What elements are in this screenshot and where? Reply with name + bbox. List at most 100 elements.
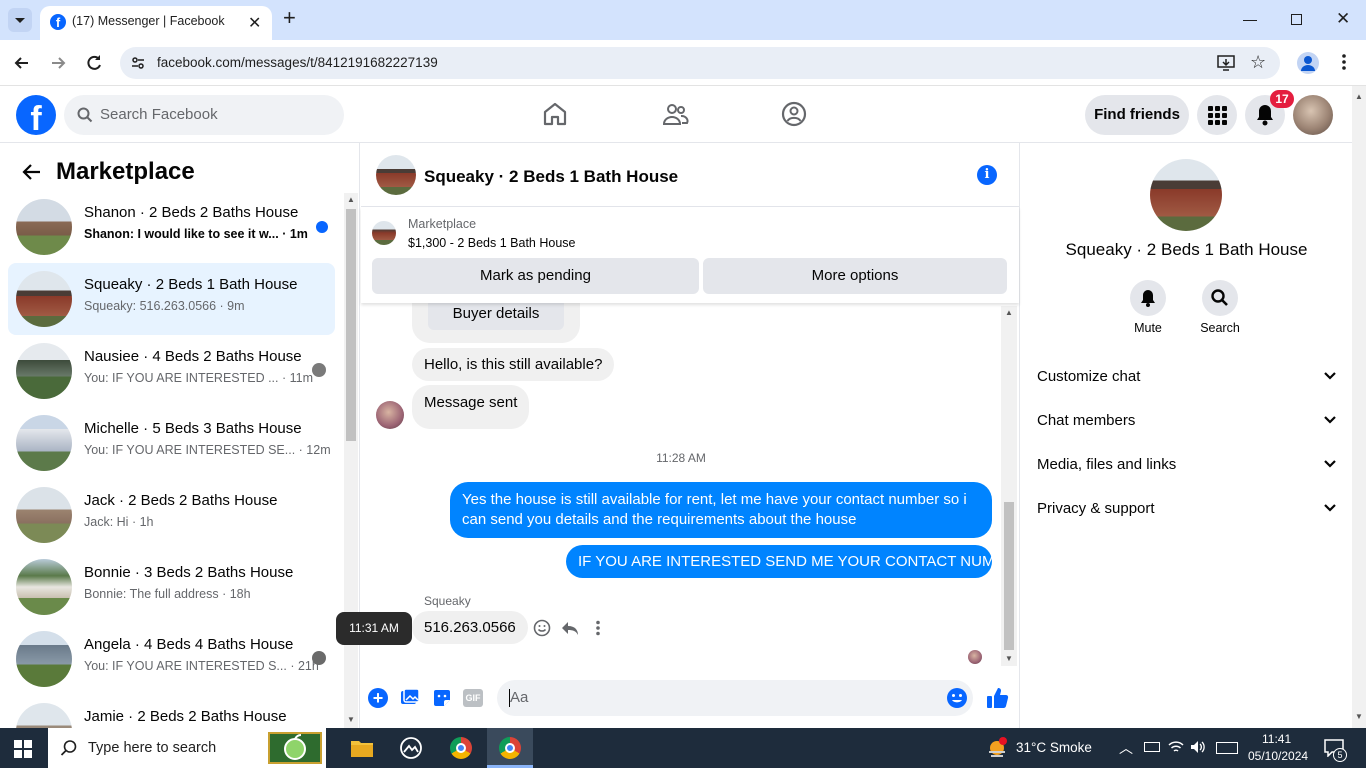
- mark-as-pending-button[interactable]: Mark as pending: [372, 258, 699, 294]
- app-icon[interactable]: [400, 737, 422, 764]
- details-avatar[interactable]: [1150, 159, 1222, 231]
- restore-icon[interactable]: [1291, 14, 1302, 25]
- details-title: Squeaky · 2 Beds 1 Bath House: [1065, 240, 1308, 259]
- tab-list-chevron-icon[interactable]: [8, 8, 32, 32]
- scrollbar-thumb[interactable]: [1004, 502, 1014, 650]
- listing-thumbnail: [16, 199, 72, 255]
- outgoing-message[interactable]: Yes the house is still available for ren…: [450, 482, 992, 538]
- taskbar-search-placeholder: Type here to search: [88, 740, 217, 756]
- chat-members-section[interactable]: Chat members: [1037, 401, 1337, 441]
- conversation-item[interactable]: Jamie · 2 Beds 2 Baths House: [8, 695, 335, 728]
- search-highlight-icon[interactable]: [268, 732, 322, 764]
- chat-header: Squeaky · 2 Beds 1 Bath House i: [361, 143, 1019, 207]
- read-receipt-avatar: [968, 650, 982, 664]
- chat-details-panel: Squeaky · 2 Beds 1 Bath House Mute Searc…: [1019, 143, 1352, 728]
- chat-avatar[interactable]: [376, 155, 416, 195]
- chrome-active-app[interactable]: [487, 728, 533, 768]
- gif-icon[interactable]: GIF: [463, 689, 483, 707]
- chat-title[interactable]: Squeaky · 2 Beds 1 Bath House: [424, 167, 678, 187]
- listing-thumbnail: [372, 221, 396, 245]
- react-emoji-icon[interactable]: [533, 619, 551, 642]
- windows-taskbar: Type here to search 31°C Smoke ︿ 11:41 0…: [0, 728, 1366, 768]
- close-tab-icon[interactable]: ✕: [248, 13, 261, 33]
- conversation-item-active[interactable]: Squeaky · 2 Beds 1 Bath House Squeaky: 5…: [8, 263, 335, 335]
- keyboard-icon[interactable]: [1216, 742, 1238, 754]
- facebook-logo-icon[interactable]: f: [16, 95, 56, 135]
- conversation-item[interactable]: Bonnie · 3 Beds 2 Baths House Bonnie: Th…: [8, 551, 335, 623]
- bookmark-star-icon[interactable]: ☆: [1250, 52, 1266, 73]
- search-icon: [60, 739, 78, 762]
- sticker-icon[interactable]: [432, 688, 452, 713]
- browser-tab[interactable]: f (17) Messenger | Facebook ✕: [40, 6, 272, 40]
- more-options-button[interactable]: More options: [703, 258, 1007, 294]
- new-tab-icon[interactable]: +: [283, 7, 296, 29]
- reload-icon[interactable]: [84, 53, 104, 78]
- scrollbar-thumb[interactable]: [346, 209, 356, 441]
- sender-avatar[interactable]: [376, 401, 404, 429]
- close-window-icon[interactable]: ✕: [1336, 9, 1350, 29]
- file-explorer-icon[interactable]: [351, 739, 373, 762]
- sidebar-scrollbar[interactable]: ▲ ▼: [344, 193, 358, 728]
- menu-grid-icon[interactable]: [1197, 95, 1237, 135]
- conversation-item[interactable]: Michelle · 5 Beds 3 Baths House You: IF …: [8, 407, 335, 479]
- profile-icon[interactable]: [1297, 52, 1319, 74]
- volume-icon[interactable]: [1190, 740, 1206, 759]
- clock-time[interactable]: 11:41: [1262, 732, 1291, 746]
- search-input[interactable]: Search Facebook: [64, 95, 344, 135]
- weather-icon[interactable]: [985, 736, 1009, 765]
- outgoing-message[interactable]: IF YOU ARE INTERESTED SEND ME YOUR CONTA…: [566, 545, 1025, 578]
- conversation-item[interactable]: Angela · 4 Beds 4 Baths House You: IF YO…: [8, 623, 335, 695]
- search-button[interactable]: [1202, 280, 1238, 316]
- weather-text[interactable]: 31°C Smoke: [1016, 740, 1092, 755]
- message-input[interactable]: Aa: [497, 680, 973, 716]
- emoji-icon[interactable]: [946, 687, 968, 714]
- page-scrollbar[interactable]: ▲ ▼: [1352, 86, 1366, 728]
- battery-icon[interactable]: [1144, 742, 1160, 752]
- chrome-icon[interactable]: [450, 737, 472, 759]
- home-icon[interactable]: [541, 100, 569, 128]
- listing-title[interactable]: $1,300 - 2 Beds 1 Bath House: [408, 236, 575, 250]
- privacy-support-section[interactable]: Privacy & support: [1037, 489, 1337, 529]
- incoming-message[interactable]: 516.263.0566: [412, 611, 528, 644]
- forward-icon[interactable]: [48, 53, 68, 78]
- minimize-icon[interactable]: [1243, 20, 1257, 21]
- back-icon[interactable]: [12, 53, 32, 78]
- tab-title: (17) Messenger | Facebook: [72, 14, 225, 28]
- tray-chevron-icon[interactable]: ︿: [1119, 738, 1133, 758]
- chevron-down-icon: [1324, 416, 1336, 424]
- groups-icon[interactable]: [780, 100, 808, 128]
- chrome-profile-icon: [499, 737, 521, 759]
- site-info-icon[interactable]: [130, 55, 146, 76]
- like-thumb-icon[interactable]: [985, 686, 1009, 715]
- media-files-links-section[interactable]: Media, files and links: [1037, 445, 1337, 485]
- attach-photo-icon[interactable]: [400, 688, 420, 713]
- more-actions-icon[interactable]: [596, 620, 600, 641]
- install-app-icon[interactable]: [1217, 54, 1235, 77]
- more-actions-plus-icon[interactable]: +: [368, 688, 388, 708]
- friends-icon[interactable]: [661, 100, 689, 128]
- chat-scrollbar[interactable]: ▲ ▼: [1001, 306, 1017, 666]
- conversation-item[interactable]: Jack · 2 Beds 2 Baths House Jack: Hi · 1…: [8, 479, 335, 551]
- customize-chat-section[interactable]: Customize chat: [1037, 357, 1337, 397]
- conversation-item[interactable]: Nausiee · 4 Beds 2 Baths House You: IF Y…: [8, 335, 335, 407]
- clock-date[interactable]: 05/10/2024: [1248, 749, 1308, 763]
- sender-name: Squeaky: [424, 594, 471, 608]
- incoming-message[interactable]: Hello, is this still available?: [412, 348, 615, 381]
- mute-button[interactable]: [1130, 280, 1166, 316]
- notification-badge: 17: [1270, 90, 1294, 108]
- windows-start-icon[interactable]: [14, 740, 32, 763]
- marketplace-label: Marketplace: [408, 217, 477, 231]
- taskbar-search[interactable]: Type here to search: [48, 728, 326, 768]
- account-avatar[interactable]: [1293, 95, 1333, 135]
- back-arrow-icon[interactable]: [22, 163, 42, 186]
- omnibox[interactable]: facebook.com/messages/t/8412191682227139…: [120, 47, 1280, 79]
- conversation-preview: Bonnie: The full address · 18h: [84, 587, 251, 601]
- wifi-icon[interactable]: [1168, 740, 1184, 759]
- reply-icon[interactable]: [561, 620, 579, 641]
- incoming-message[interactable]: Message sent: [412, 385, 530, 429]
- browser-menu-icon[interactable]: [1342, 53, 1346, 76]
- conversation-item[interactable]: Shanon · 2 Beds 2 Baths House Shanon: I …: [8, 191, 335, 263]
- find-friends-button[interactable]: Find friends: [1085, 95, 1189, 135]
- info-icon[interactable]: i: [977, 165, 997, 185]
- listing-thumbnail: [16, 343, 72, 399]
